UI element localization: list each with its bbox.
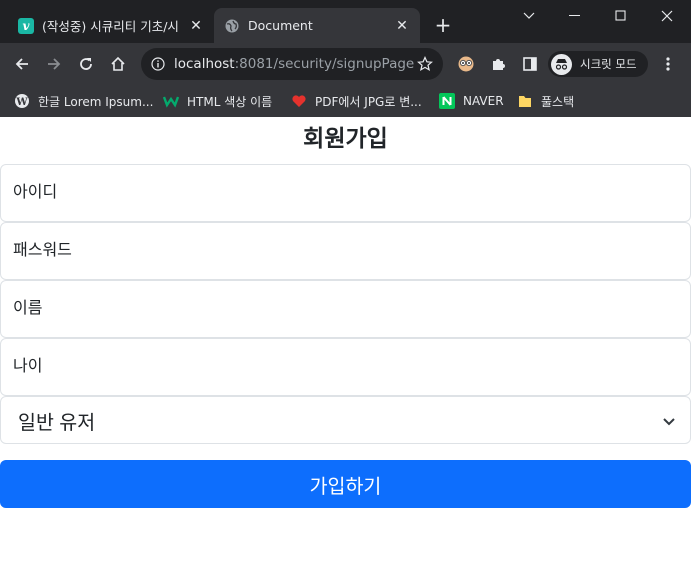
maximize-button[interactable] [598,4,644,28]
puzzle-icon [493,59,505,70]
bookmark-label: HTML 색상 이름 [187,94,273,109]
home-icon [111,56,125,71]
bookmark-naver[interactable]: NAVER [439,91,504,111]
bookmark-pdf-jpg[interactable]: PDF에서 JPG로 변... [291,91,422,111]
maximize-icon [615,10,626,21]
age-input[interactable] [0,338,691,396]
forward-button[interactable] [40,50,68,78]
reload-button[interactable] [72,50,100,78]
tab-velog[interactable]: v (작성중) 시큐리티 기초/시 ✕ [8,8,214,43]
role-select[interactable]: 일반 유저 [0,396,691,444]
wordpress-icon: W [14,93,30,109]
page-title: 회원가입 [303,125,388,151]
svg-text:W: W [15,97,28,108]
name-input[interactable] [0,280,691,338]
minimize-icon [569,15,580,16]
bookmark-label: NAVER [463,94,504,108]
home-button[interactable] [104,50,132,78]
naver-icon [439,93,455,109]
folder-icon [517,93,533,109]
reload-icon [80,58,92,70]
star-icon[interactable] [417,56,433,72]
minimize-button[interactable] [552,4,598,28]
tab-document[interactable]: Document ✕ [214,8,420,43]
window-close-button[interactable] [644,4,690,28]
bookmark-label: PDF에서 JPG로 변... [315,94,422,109]
info-icon[interactable] [151,57,165,71]
tab-title: (작성중) 시큐리티 기초/시 [42,19,179,34]
extensions-menu-button[interactable] [484,50,512,78]
tab-search-button[interactable] [506,4,552,28]
arrow-right-icon [48,58,61,70]
chevron-down-icon [663,418,675,426]
bookmark-lorem[interactable]: W 한글 Lorem Ipsum... [14,91,153,111]
close-icon [661,10,673,22]
side-panel-button[interactable] [516,50,544,78]
side-panel-icon [523,57,537,71]
bookmark-label: 한글 Lorem Ipsum... [38,94,154,109]
bookmarks-bar: W 한글 Lorem Ipsum... HTML 색상 이름 PDF에서 JPG… [0,85,691,117]
velog-icon: v [18,17,34,34]
browser-menu-button[interactable] [654,50,682,78]
url-host: localhost [174,56,235,72]
incognito-indicator[interactable]: 시크릿 모드 [548,51,648,77]
extension-button[interactable] [452,50,480,78]
url-text: localhost:8081/security/signupPage [174,56,414,72]
incognito-icon [551,53,572,75]
url-path: :8081/security/signupPage [234,56,415,72]
globe-icon [224,18,240,34]
browser-toolbar: localhost:8081/security/signupPage 시크릿 모… [0,43,691,85]
glasses-face-icon [458,56,474,72]
close-icon[interactable]: ✕ [394,18,410,34]
bookmark-folder-fullstack[interactable]: 풀스택 [517,91,574,111]
bookmark-label: 풀스택 [541,94,575,109]
back-button[interactable] [8,50,36,78]
pdf-heart-icon [291,93,307,109]
signup-submit-button[interactable]: 가입하기 [0,460,691,508]
role-select-value: 일반 유저 [18,411,96,434]
incognito-label: 시크릿 모드 [580,57,637,71]
signup-page: 회원가입 일반 유저 가입하기 [0,117,691,565]
chevron-down-icon [523,12,535,19]
browser-tabstrip: v (작성중) 시큐리티 기초/시 ✕ Document ✕ + [0,0,691,43]
address-bar[interactable]: localhost:8081/security/signupPage [141,48,443,80]
close-icon[interactable]: ✕ [188,18,204,34]
w-logo-icon [163,93,179,109]
arrow-left-icon [15,58,28,70]
password-input[interactable] [0,222,691,280]
more-vert-icon [666,57,670,71]
bookmark-html-colors[interactable]: HTML 색상 이름 [163,91,272,111]
tab-title: Document [248,18,313,33]
username-input[interactable] [0,164,691,222]
new-tab-button[interactable]: + [432,13,454,37]
